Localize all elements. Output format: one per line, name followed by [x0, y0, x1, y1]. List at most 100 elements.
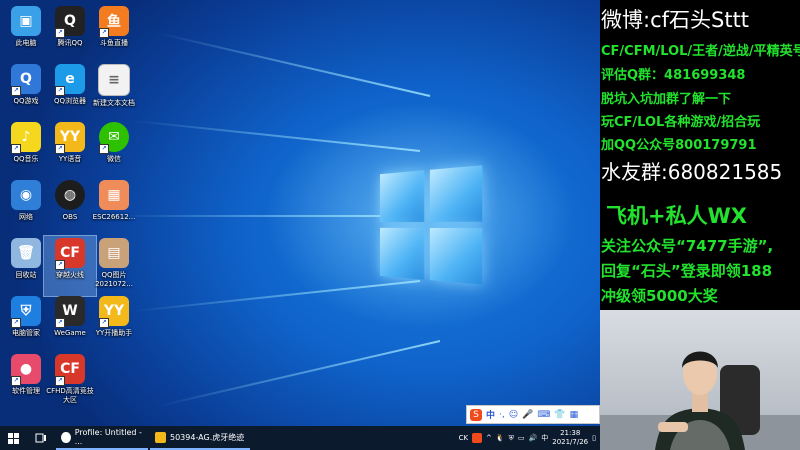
shortcut-arrow-icon: ↗ [11, 144, 21, 154]
shortcut-arrow-icon: ↗ [55, 28, 65, 38]
streamer-figure [600, 310, 800, 450]
desktop-icon-cfhd[interactable]: CF ↗ CFHD高清竞技大区 [44, 352, 96, 412]
shortcut-arrow-icon: ↗ [55, 318, 65, 328]
taskbar: Profile: Untitled - ... 50394-AG.虎牙绝迹 CK… [0, 426, 600, 450]
weibo-line: 微博:cf石头Sttt [601, 4, 749, 34]
desktop-icon-image-file[interactable]: ▦ ESC26612... [88, 178, 140, 238]
desktop-icon-qq-image[interactable]: ▤ QQ图片 2021072... [88, 236, 140, 296]
wx-line: 飞机+私人WX [606, 200, 747, 230]
desktop-icon-douyu[interactable]: 鱼 ↗ 斗鱼直播 [88, 4, 140, 64]
network-tray-icon[interactable]: ▭ [518, 434, 525, 442]
shield-tray-icon[interactable]: ⛨ [509, 434, 514, 443]
crossfire-icon: CF ↗ [55, 238, 85, 268]
image-file-icon: ▦ [99, 180, 129, 210]
clock-date: 2021/7/26 [552, 438, 588, 447]
clock[interactable]: 21:38 2021/7/26 [552, 429, 588, 447]
skin-icon[interactable]: 👕 [554, 410, 565, 420]
show-hidden-icons-button[interactable]: ^ [486, 434, 492, 442]
ime-mode-label[interactable]: 中 [486, 408, 495, 421]
software-manager-icon: ● ↗ [11, 354, 41, 384]
emoji-icon[interactable]: ☺ [509, 410, 518, 420]
games-line: CF/CFM/LOL/王者/逆战/平精英号 [601, 40, 800, 59]
qq-music-icon: ♪ ↗ [11, 122, 41, 152]
qq-public-line: 加QQ公众号800179791 [601, 134, 757, 153]
qq-browser-icon: e ↗ [55, 64, 85, 94]
ime-tray-label[interactable]: CK [459, 434, 468, 442]
computer-icon: ▣ [11, 6, 41, 36]
task-view-button[interactable] [26, 426, 56, 450]
shortcut-arrow-icon: ↗ [99, 28, 109, 38]
wechat-icon: ✉ ↗ [99, 122, 129, 152]
shortcut-arrow-icon: ↗ [55, 260, 65, 270]
ime-toolbar[interactable]: S 中 ·, ☺ 🎤 ⌨ 👕 ▦ [466, 405, 600, 424]
system-tray: CK ^ 🐧 ⛨ ▭ 🔊 中 21:38 2021/7/26 ▯ [459, 426, 600, 450]
clock-time: 21:38 [552, 429, 588, 438]
taskbar-item-label: Profile: Untitled - ... [75, 428, 143, 446]
shortcut-arrow-icon: ↗ [11, 376, 21, 386]
shortcut-arrow-icon: ↗ [99, 318, 109, 328]
recycle-bin-icon: 🗑 [11, 238, 41, 268]
shortcut-arrow-icon: ↗ [55, 376, 65, 386]
sogou-icon[interactable]: S [470, 409, 482, 421]
volume-icon[interactable]: 🔊 [529, 434, 538, 442]
yy-icon: YY ↗ [99, 296, 129, 326]
desktop-icon-label: YY开播助手 [88, 329, 140, 338]
microphone-icon[interactable]: 🎤 [522, 410, 533, 420]
desktop-icon-label: 新建文本文档 [88, 99, 140, 108]
desktop-icon-label: ESC26612... [88, 213, 140, 222]
text-document-icon: ≡ [98, 64, 130, 96]
yy-icon [155, 432, 166, 443]
qq-penguin-icon: Q ↗ [55, 6, 85, 36]
stream-info-panel: 微博:cf石头Sttt CF/CFM/LOL/王者/逆战/平精英号 评估Q群：4… [600, 0, 800, 310]
wegame-icon: W ↗ [55, 296, 85, 326]
language-indicator[interactable]: 中 [541, 433, 548, 443]
windows-start-icon [8, 433, 19, 444]
promo-line: 关注公众号“7477手游”, [601, 235, 773, 256]
light-beam [157, 340, 440, 407]
webcam-view [600, 310, 800, 450]
network-icon: ◉ [11, 180, 41, 210]
light-beam [157, 32, 430, 97]
fan-group-line: 水友群:680821585 [601, 156, 782, 185]
yy-icon: YY ↗ [55, 122, 85, 152]
obs-icon: ◍ [55, 180, 85, 210]
qq-tray-icon[interactable]: 🐧 [496, 434, 505, 442]
desktop-icon-label: CFHD高清竞技大区 [44, 387, 96, 405]
punctuation-icon[interactable]: ·, [499, 410, 505, 420]
obs-icon [61, 432, 71, 443]
toolbox-icon[interactable]: ▦ [570, 410, 579, 420]
taskbar-item-obs[interactable]: Profile: Untitled - ... [56, 426, 148, 450]
task-view-icon [35, 433, 47, 443]
shortcut-arrow-icon: ↗ [11, 86, 21, 96]
desktop-icon-yy-assistant[interactable]: YY ↗ YY开播助手 [88, 294, 140, 354]
windows-logo [380, 165, 485, 287]
desktop-icon-text-doc[interactable]: ≡ 新建文本文档 [88, 62, 140, 122]
douyu-icon: 鱼 ↗ [99, 6, 129, 36]
desktop-icon-label: 斗鱼直播 [88, 39, 140, 48]
qq-game-icon: Q ↗ [11, 64, 41, 94]
qgroup-line: 评估Q群：481699348 [601, 64, 745, 83]
notification-icon[interactable]: ▯ [592, 434, 596, 442]
light-beam [131, 120, 420, 152]
keyboard-icon[interactable]: ⌨ [537, 410, 550, 420]
sogou-tray-icon[interactable] [472, 433, 482, 443]
shortcut-arrow-icon: ↗ [55, 144, 65, 154]
start-button[interactable] [0, 426, 26, 450]
desktop-icon-label: QQ图片 2021072... [88, 271, 140, 289]
taskbar-item-huya[interactable]: 50394-AG.虎牙绝迹 [150, 426, 250, 450]
shield-icon: ⛨ ↗ [11, 296, 41, 326]
desktop: ▣ 此电脑 Q ↗ QQ游戏 ♪ ↗ QQ音乐 ◉ 网络 🗑 回收站 ⛨ ↗ 电脑管家… [0, 0, 600, 426]
light-beam [120, 215, 410, 217]
shortcut-arrow-icon: ↗ [99, 144, 109, 154]
shortcut-arrow-icon: ↗ [11, 318, 21, 328]
desktop-icon-wechat[interactable]: ✉ ↗ 微信 [88, 120, 140, 180]
info-line: 脱坑入坑加群了解一下 [601, 88, 731, 107]
image-file-icon: ▤ [99, 238, 129, 268]
promo-line: 冲级领5000大奖 [601, 285, 718, 306]
cfhd-icon: CF ↗ [55, 354, 85, 384]
taskbar-item-label: 50394-AG.虎牙绝迹 [170, 432, 244, 443]
shortcut-arrow-icon: ↗ [55, 86, 65, 96]
promo-line: 回复“石头”登录即领188 [601, 260, 772, 281]
info-line: 玩CF/LOL各种游戏/招合玩 [601, 111, 760, 130]
desktop-icon-label: 微信 [88, 155, 140, 164]
